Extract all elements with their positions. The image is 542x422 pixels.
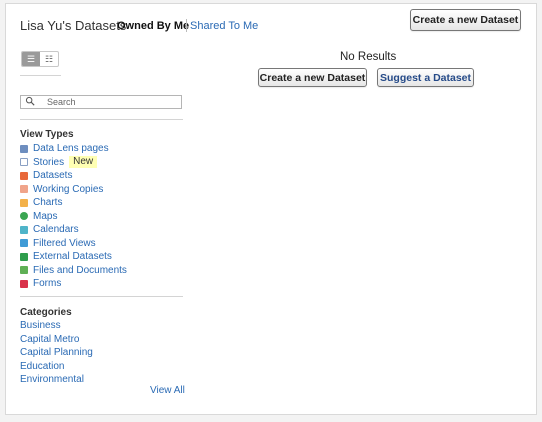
categories-list: Business Capital Metro Capital Planning …: [20, 319, 93, 387]
create-dataset-button-main[interactable]: Create a new Dataset: [258, 68, 367, 87]
create-dataset-button[interactable]: Create a new Dataset: [410, 9, 521, 31]
view-type-label: Stories: [33, 156, 65, 168]
categories-heading: Categories: [20, 307, 72, 318]
view-type-item[interactable]: Maps: [20, 210, 127, 224]
file-icon: [20, 266, 28, 275]
view-type-item[interactable]: Data Lens pages: [20, 142, 127, 156]
page-title: Lisa Yu's Datasets: [20, 18, 127, 33]
list-compact-icon: ☷: [44, 53, 54, 64]
view-type-item[interactable]: Forms: [20, 277, 127, 291]
category-item[interactable]: Business: [20, 319, 93, 333]
no-results-text: No Results: [340, 51, 397, 63]
form-icon: [20, 279, 28, 288]
category-item[interactable]: Environmental: [20, 373, 93, 387]
view-toggle-detail[interactable]: ☰: [22, 52, 40, 66]
view-type-item[interactable]: Calendars: [20, 223, 127, 237]
chart-icon: [20, 198, 28, 207]
search-box: [20, 95, 182, 109]
working-copy-icon: [20, 185, 28, 194]
category-item[interactable]: Capital Planning: [20, 346, 93, 360]
view-type-label: Data Lens pages: [33, 143, 109, 155]
view-type-label: Filtered Views: [33, 237, 96, 249]
view-type-label: Working Copies: [33, 183, 104, 195]
category-item[interactable]: Capital Metro: [20, 333, 93, 347]
view-type-item[interactable]: Stories New: [20, 156, 127, 170]
view-type-item[interactable]: Working Copies: [20, 183, 127, 197]
view-toggle: ☰ ☷: [21, 51, 59, 67]
search-icon: [25, 96, 35, 106]
view-type-item[interactable]: Charts: [20, 196, 127, 210]
view-toggle-compact[interactable]: ☷: [40, 52, 58, 66]
view-types-divider: [20, 296, 183, 297]
view-type-label: External Datasets: [33, 251, 112, 263]
view-type-item[interactable]: Filtered Views: [20, 237, 127, 251]
list-detail-icon: ☰: [26, 53, 36, 64]
view-types-list: Data Lens pages Stories New Datasets Wor…: [20, 142, 127, 291]
view-type-item[interactable]: Datasets: [20, 169, 127, 183]
map-icon: [20, 212, 28, 221]
stories-icon: [20, 158, 28, 167]
tab-divider: [186, 19, 187, 32]
dataset-icon: [20, 171, 28, 180]
category-item[interactable]: Education: [20, 360, 93, 374]
view-type-item[interactable]: External Datasets: [20, 250, 127, 264]
view-type-label: Files and Documents: [33, 264, 127, 276]
view-type-label: Calendars: [33, 224, 79, 236]
view-type-label: Maps: [33, 210, 58, 222]
catalog-panel: Lisa Yu's Datasets Owned By Me Shared To…: [5, 3, 537, 415]
filter-icon: [20, 239, 28, 248]
suggest-dataset-button[interactable]: Suggest a Dataset: [377, 68, 474, 87]
view-all-link[interactable]: View All: [150, 385, 185, 396]
view-types-heading: View Types: [20, 129, 74, 140]
tab-owned-by-me[interactable]: Owned By Me: [117, 20, 189, 32]
view-type-label: Charts: [33, 197, 63, 209]
toggle-divider: [20, 75, 61, 76]
view-type-label: Forms: [33, 278, 62, 290]
new-badge: New: [69, 156, 98, 169]
search-input[interactable]: [47, 96, 175, 108]
external-dataset-icon: [20, 252, 28, 261]
view-type-item[interactable]: Files and Documents: [20, 264, 127, 278]
tab-shared-to-me[interactable]: Shared To Me: [190, 20, 258, 32]
search-divider: [20, 119, 183, 120]
data-lens-icon: [20, 144, 28, 153]
calendar-icon: [20, 225, 28, 234]
view-type-label: Datasets: [33, 170, 73, 182]
